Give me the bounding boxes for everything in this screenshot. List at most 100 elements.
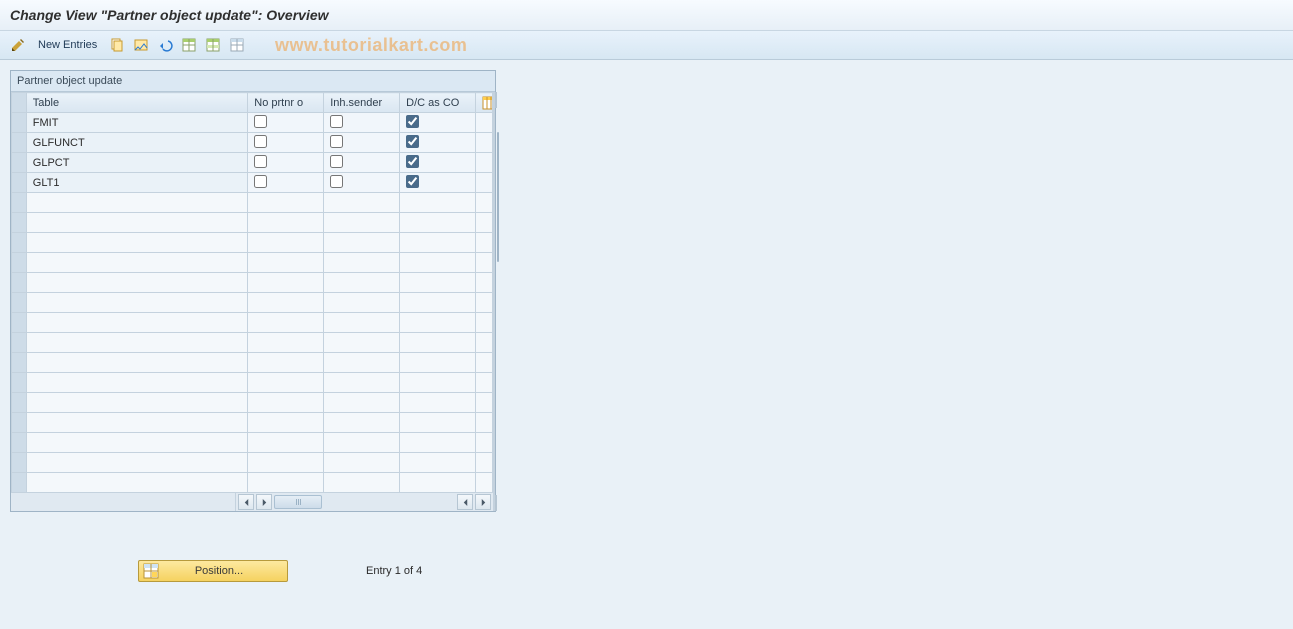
dc-as-co-checkbox[interactable] <box>406 135 419 148</box>
configure-columns-button[interactable] <box>476 93 493 113</box>
row-selector[interactable] <box>12 113 27 133</box>
vscroll-down-button[interactable] <box>495 495 497 511</box>
table-row <box>12 393 493 413</box>
cell-table[interactable] <box>26 453 248 473</box>
inh-sender-checkbox[interactable] <box>330 175 343 188</box>
row-selector[interactable] <box>12 233 27 253</box>
row-selector[interactable] <box>12 213 27 233</box>
no-prtnr-checkbox[interactable] <box>254 135 267 148</box>
cell-table[interactable] <box>26 353 248 373</box>
cell-table[interactable] <box>26 213 248 233</box>
copy-as-button[interactable] <box>107 35 127 55</box>
new-entries-button[interactable]: New Entries <box>32 35 103 55</box>
cell-table[interactable] <box>26 473 248 493</box>
inh-sender-checkbox[interactable] <box>330 135 343 148</box>
row-selector[interactable] <box>12 293 27 313</box>
hscroll-thumb[interactable] <box>274 495 322 509</box>
col-header-table[interactable]: Table <box>26 93 248 113</box>
inh-sender-checkbox[interactable] <box>330 155 343 168</box>
cell-pad <box>476 393 493 413</box>
table-row <box>12 253 493 273</box>
row-selector[interactable] <box>12 433 27 453</box>
cell-pad <box>476 213 493 233</box>
hscroll-right-button[interactable] <box>256 494 272 510</box>
cell-table[interactable] <box>26 333 248 353</box>
inh-sender-checkbox[interactable] <box>330 115 343 128</box>
col-header-no-prtnr[interactable]: No prtnr o <box>248 93 324 113</box>
cell-table[interactable] <box>26 233 248 253</box>
cell-empty <box>248 213 324 233</box>
cell-empty <box>248 313 324 333</box>
select-block-button[interactable] <box>203 35 223 55</box>
col-header-dc-as-co[interactable]: D/C as CO <box>400 93 476 113</box>
cell-table[interactable] <box>26 313 248 333</box>
row-selector[interactable] <box>12 333 27 353</box>
cell-empty <box>324 473 400 493</box>
dc-as-co-checkbox[interactable] <box>406 175 419 188</box>
toggle-edit-button[interactable] <box>8 35 28 55</box>
select-all-button[interactable] <box>179 35 199 55</box>
cell-empty <box>324 453 400 473</box>
cell-table[interactable] <box>26 393 248 413</box>
no-prtnr-checkbox[interactable] <box>254 115 267 128</box>
no-prtnr-checkbox[interactable] <box>254 175 267 188</box>
cell-table[interactable] <box>26 193 248 213</box>
row-selector[interactable] <box>12 353 27 373</box>
cell-table[interactable] <box>26 433 248 453</box>
vscroll-thumb[interactable] <box>497 132 499 262</box>
cell-empty <box>248 333 324 353</box>
row-selector[interactable] <box>12 133 27 153</box>
cell-table[interactable] <box>26 253 248 273</box>
table-row <box>12 413 493 433</box>
pencil-icon <box>10 37 26 53</box>
undo-button[interactable] <box>155 35 175 55</box>
vscroll-up-button[interactable] <box>495 92 497 108</box>
dc-as-co-checkbox[interactable] <box>406 115 419 128</box>
cell-pad <box>476 373 493 393</box>
cell-empty <box>324 373 400 393</box>
row-selector[interactable] <box>12 393 27 413</box>
page-title: Change View "Partner object update": Ove… <box>10 7 329 23</box>
table-row <box>12 333 493 353</box>
row-selector[interactable] <box>12 313 27 333</box>
cell-table[interactable] <box>26 293 248 313</box>
row-selector[interactable] <box>12 193 27 213</box>
cell-empty <box>324 213 400 233</box>
row-selector[interactable] <box>12 373 27 393</box>
cell-dc-as-co <box>400 133 476 153</box>
chevron-right-icon <box>261 499 268 506</box>
hscroll-right2-button[interactable] <box>475 494 491 510</box>
cell-table[interactable] <box>26 413 248 433</box>
cell-inh-sender <box>324 133 400 153</box>
cell-table[interactable]: GLPCT <box>26 153 248 173</box>
col-header-inh-sender[interactable]: Inh.sender <box>324 93 400 113</box>
row-selector[interactable] <box>12 153 27 173</box>
hscroll-left-button[interactable] <box>238 494 254 510</box>
cell-table[interactable]: GLFUNCT <box>26 133 248 153</box>
cell-table[interactable]: GLT1 <box>26 173 248 193</box>
table-row <box>12 453 493 473</box>
row-selector[interactable] <box>12 473 27 493</box>
work-area: Partner object update Tabl <box>0 60 1293 582</box>
cell-empty <box>400 393 476 413</box>
row-selector[interactable] <box>12 173 27 193</box>
row-selector[interactable] <box>12 273 27 293</box>
cell-table[interactable]: FMIT <box>26 113 248 133</box>
cell-empty <box>248 273 324 293</box>
deselect-all-button[interactable] <box>227 35 247 55</box>
hscroll-left2-button[interactable] <box>457 494 473 510</box>
position-button[interactable]: Position... <box>138 560 288 582</box>
table-row <box>12 473 493 493</box>
row-selector[interactable] <box>12 253 27 273</box>
cell-pad <box>476 253 493 273</box>
vertical-scrollbar <box>494 92 495 511</box>
no-prtnr-checkbox[interactable] <box>254 155 267 168</box>
cell-table[interactable] <box>26 273 248 293</box>
delete-button[interactable] <box>131 35 151 55</box>
row-selector-header[interactable] <box>12 93 27 113</box>
row-selector[interactable] <box>12 413 27 433</box>
cell-empty <box>324 293 400 313</box>
dc-as-co-checkbox[interactable] <box>406 155 419 168</box>
cell-table[interactable] <box>26 373 248 393</box>
row-selector[interactable] <box>12 453 27 473</box>
